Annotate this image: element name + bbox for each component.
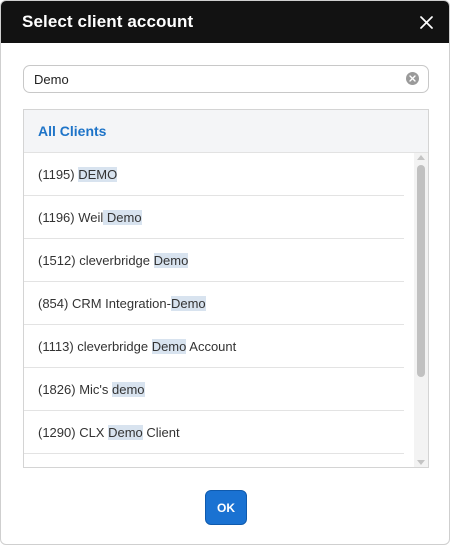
client-name-suffix: Account bbox=[186, 338, 237, 354]
client-list-item[interactable]: (1290) CLX Demo Client bbox=[24, 411, 404, 454]
list-header: All Clients bbox=[24, 110, 428, 153]
client-list-item[interactable]: (1196) Weil Demo bbox=[24, 196, 404, 239]
ok-button[interactable]: OK bbox=[205, 490, 247, 525]
search-match-highlight: demo bbox=[112, 381, 145, 397]
dialog-header: Select client account bbox=[1, 1, 449, 43]
search-match-highlight: Demo bbox=[103, 209, 142, 225]
scroll-up-arrow-icon[interactable] bbox=[417, 155, 425, 160]
close-icon bbox=[419, 15, 433, 29]
client-list-item[interactable]: (1195) DEMO bbox=[24, 153, 404, 196]
search-match-highlight: Demo bbox=[151, 338, 187, 354]
search-match-highlight: DEMO bbox=[78, 166, 118, 182]
client-name-prefix: (1826) Mic's bbox=[38, 381, 113, 397]
all-clients-label: All Clients bbox=[38, 123, 107, 139]
client-name-suffix: Client bbox=[142, 424, 180, 440]
client-list-item[interactable]: (854) CRM Integration- Demo bbox=[24, 282, 404, 325]
search-match-highlight: Demo bbox=[153, 252, 189, 268]
client-name-prefix: (1290) CLX bbox=[38, 424, 109, 440]
client-list-item[interactable]: (1113) cleverbridge Demo Account bbox=[24, 325, 404, 368]
search-match-highlight: Demo bbox=[108, 424, 143, 440]
client-list-panel: All Clients (1195) DEMO (1196) Weil Demo… bbox=[23, 109, 429, 468]
close-button[interactable] bbox=[415, 11, 437, 33]
scroll-down-arrow-icon[interactable] bbox=[417, 460, 425, 465]
list-scrollbar[interactable] bbox=[414, 153, 428, 467]
client-name-prefix: (1196) Weil bbox=[38, 209, 104, 225]
client-list-item[interactable]: (1512) cleverbridge Demo bbox=[24, 239, 404, 282]
dialog-title: Select client account bbox=[22, 12, 194, 31]
client-name-prefix: (1113) cleverbridge bbox=[38, 338, 152, 354]
select-client-dialog: Select client account All Clients (1195)… bbox=[0, 0, 450, 545]
client-list[interactable]: (1195) DEMO (1196) Weil Demo (1512) clev… bbox=[24, 153, 416, 467]
client-name-prefix: (1512) cleverbridge bbox=[38, 252, 154, 268]
client-list-item[interactable] bbox=[24, 454, 404, 467]
search-input[interactable] bbox=[24, 66, 384, 92]
scrollbar-thumb[interactable] bbox=[417, 165, 425, 377]
clear-search-button[interactable] bbox=[406, 72, 419, 85]
client-list-item[interactable]: (1826) Mic's demo bbox=[24, 368, 404, 411]
search-box bbox=[23, 65, 429, 93]
clear-icon bbox=[409, 75, 416, 82]
search-match-highlight: Demo bbox=[170, 295, 206, 311]
client-name-prefix: (854) CRM Integration- bbox=[38, 295, 171, 311]
client-name-prefix: (1195) bbox=[38, 166, 79, 182]
